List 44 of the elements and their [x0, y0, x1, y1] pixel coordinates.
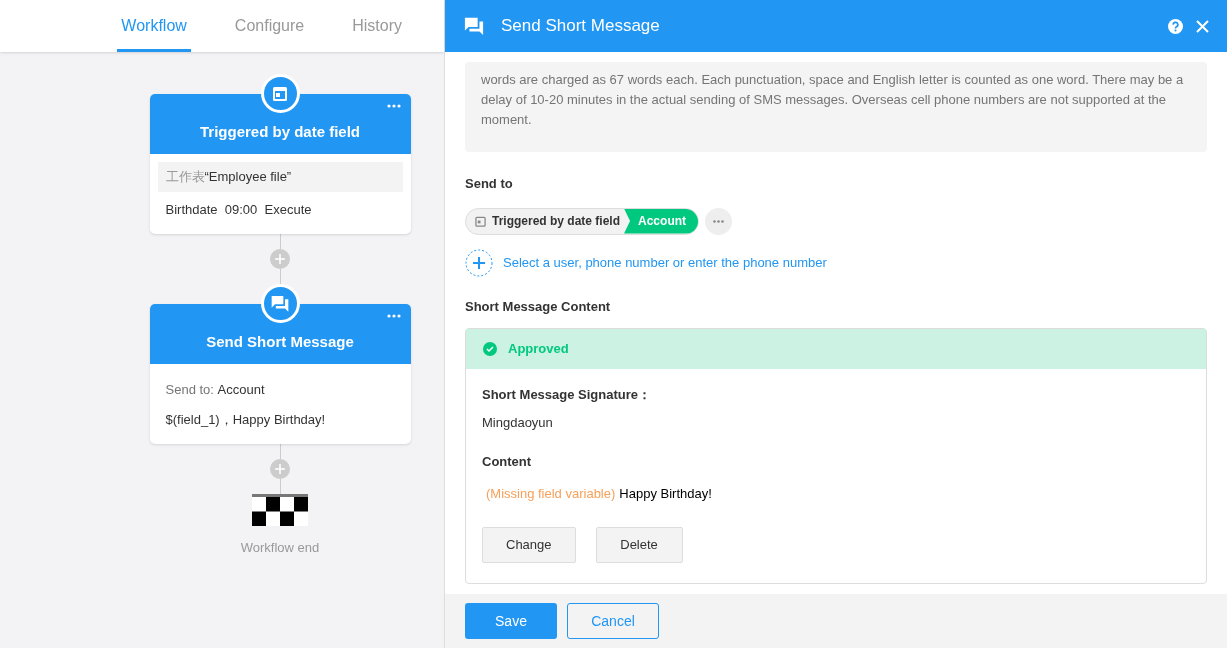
more-icon[interactable] — [386, 104, 401, 108]
section-label: Send to — [465, 175, 514, 193]
recipient-tag[interactable]: Triggered by date field Account — [465, 207, 700, 235]
notice-text: words are charged as 67 words each. Each punctuation, space and English letter is counted as one word. There may be a delay of 10-20 minutes in the actual sending of SMS messages. Overseas cell phone numbers are not supported at the moment. — [465, 62, 1207, 152]
add-icon[interactable] — [465, 248, 493, 277]
finish-flag-icon — [252, 494, 308, 526]
node-title: Send Short Message — [206, 331, 354, 352]
more-icon[interactable] — [386, 314, 401, 318]
field-label: Send to: — [165, 381, 215, 400]
add-recipient-link[interactable]: Select a user, phone number or enter the phone number — [503, 252, 827, 273]
node-detail: $(field_1)，Happy Birthday! — [164, 411, 327, 430]
field-value: Account — [217, 381, 265, 400]
calendar-icon — [271, 84, 289, 103]
field-label: Content — [482, 453, 533, 471]
chat-bubbles-icon — [463, 16, 485, 36]
action-button[interactable]: Change — [482, 527, 576, 563]
check-icon — [483, 342, 497, 356]
calendar-icon — [475, 215, 486, 227]
help-icon[interactable] — [1168, 18, 1183, 34]
more-icon[interactable] — [705, 207, 733, 235]
node-detail: Birthdate 09:00 Execute — [164, 201, 313, 220]
signature-text: Mingdaoyun — [482, 413, 554, 432]
chat-bubbles-icon — [270, 294, 290, 313]
tab[interactable]: History — [348, 0, 406, 52]
node-title: Triggered by date field — [199, 121, 360, 142]
tab[interactable]: Workflow — [117, 0, 191, 52]
section-label: Short Message Content — [465, 297, 612, 316]
source-name: “Employee file” — [204, 168, 292, 187]
tab[interactable]: Configure — [230, 0, 309, 52]
workflow-node-card[interactable]: Send Short Message Send to: Account $(field_1)，Happy Birthday! — [149, 304, 411, 444]
content-text: Happy Birthday! — [619, 484, 712, 503]
recipient-field: Account — [624, 208, 699, 234]
recipient-source: Triggered by date field — [492, 213, 622, 230]
save-button[interactable]: Save — [465, 603, 557, 639]
workflow-node-card[interactable]: Triggered by date field 工作表“Employee file” Birthdate 09:00 Execute — [149, 94, 411, 234]
field-label: Short Message Signature： — [482, 386, 653, 404]
action-button[interactable]: Delete — [595, 527, 683, 563]
end-label: Workflow end — [240, 539, 320, 557]
source-type: 工作表 — [165, 168, 205, 187]
missing-variable: (Missing field variable) — [486, 484, 616, 503]
panel-title: Send Short Message — [501, 15, 660, 38]
cancel-button[interactable]: Cancel — [567, 603, 659, 639]
close-icon[interactable] — [1196, 19, 1209, 33]
status-text: Approved — [508, 340, 569, 359]
